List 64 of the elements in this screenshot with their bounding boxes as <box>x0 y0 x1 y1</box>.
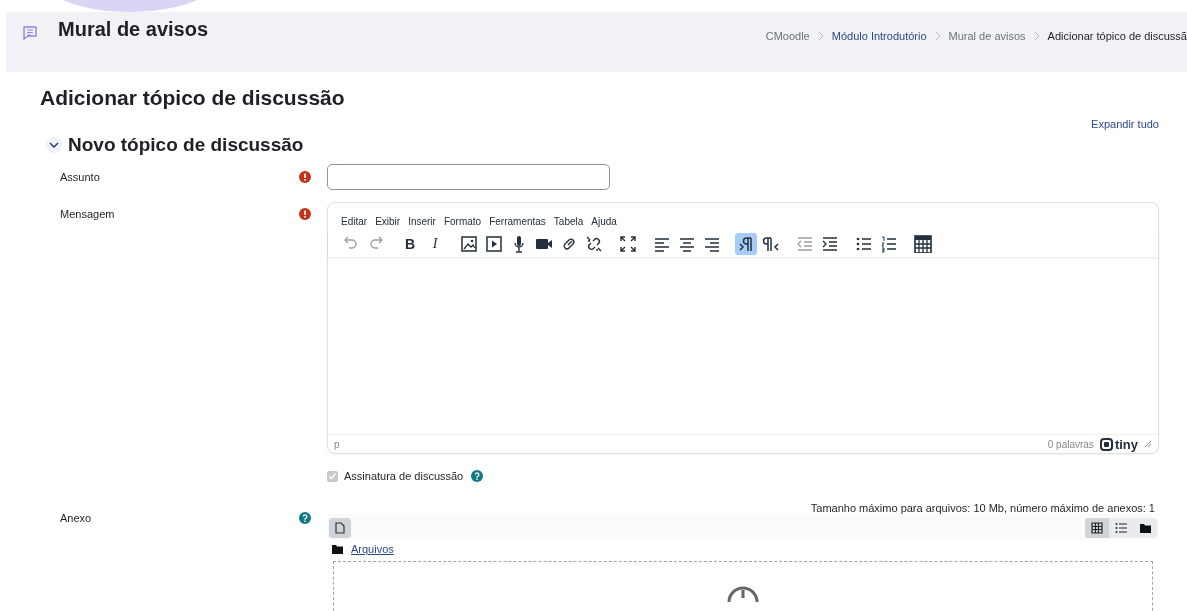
bulleted-list-icon <box>855 235 873 253</box>
chevron-icon <box>49 140 59 150</box>
add-file-button[interactable] <box>329 518 351 538</box>
grid-icon <box>1091 522 1103 534</box>
bold-button[interactable]: B <box>399 233 421 255</box>
collapse-toggle[interactable] <box>46 137 62 153</box>
view-toggle[interactable] <box>1109 518 1133 538</box>
breadcrumb-link[interactable]: Módulo Introdutório <box>831 30 927 42</box>
fullscreen-button[interactable] <box>617 233 639 255</box>
calculator-icon <box>914 235 932 253</box>
expand-all-link[interactable]: Expandir tudo <box>1091 118 1159 130</box>
help-icon[interactable] <box>471 470 484 482</box>
paragraph-ltr-icon <box>737 235 755 253</box>
align-center-icon <box>678 235 696 253</box>
paragraph-rtl-icon <box>762 235 780 253</box>
menu-item[interactable]: Inserir <box>405 214 439 229</box>
fullscreen-icon <box>619 235 637 253</box>
file-icon <box>335 522 345 534</box>
image-icon <box>460 235 478 253</box>
word-count: 0 palavras <box>1047 438 1094 450</box>
align-left-icon <box>653 235 671 253</box>
field-label: Mensagem <box>60 208 115 220</box>
menu-item[interactable]: Formato <box>440 214 485 229</box>
chevron-icon <box>817 31 824 41</box>
menu-item[interactable]: Tabela <box>550 214 587 229</box>
subject-field[interactable] <box>327 164 610 190</box>
play-button[interactable] <box>483 233 505 255</box>
brand-logo[interactable]: tiny <box>1099 436 1138 452</box>
align-right-icon <box>703 235 721 253</box>
folder-icon <box>331 543 343 555</box>
breadcrumb-link[interactable]: CMoodle <box>765 30 810 42</box>
field-label: Anexo <box>60 512 92 524</box>
checkbox-label: Assinatura de discussão <box>344 470 464 482</box>
image-button[interactable] <box>458 233 480 255</box>
menu-item[interactable]: Editar <box>338 214 371 229</box>
resize-handle-icon[interactable] <box>1144 440 1152 448</box>
list-icon <box>1115 522 1127 534</box>
chevron-icon <box>1033 31 1040 41</box>
page-heading: Adicionar tópico de discussão <box>40 86 346 110</box>
view-toggle[interactable] <box>1085 518 1109 538</box>
indent-icon <box>821 235 839 253</box>
field-label: Assunto <box>60 171 100 183</box>
folder-link[interactable]: Arquivos <box>351 543 394 555</box>
view-toggle[interactable] <box>1133 518 1157 538</box>
folder-icon <box>1139 522 1151 534</box>
help-icon[interactable] <box>299 512 311 524</box>
file-limits-text: Tamanho máximo para arquivos: 10 Mb, número máximo de anexos: 1 <box>809 501 1156 514</box>
breadcrumb-link[interactable]: Adicionar tópico de discussã <box>1047 30 1187 42</box>
breadcrumb-link[interactable]: Mural de avisos <box>948 30 1026 42</box>
numbered-list-icon <box>880 235 898 253</box>
menu-item[interactable]: Ferramentas <box>486 214 549 229</box>
page-title: Mural de avisos <box>58 18 209 41</box>
outdent-icon <box>796 235 814 253</box>
unlink-icon <box>585 235 603 253</box>
paragraph-ltr-button[interactable] <box>735 233 757 255</box>
italic-button[interactable]: I <box>424 233 446 255</box>
play-icon <box>485 235 503 253</box>
section-title: Novo tópico de discussão <box>68 134 304 156</box>
menu-item[interactable]: Ajuda <box>588 214 620 229</box>
calculator-button[interactable] <box>912 233 934 255</box>
chevron-icon <box>934 31 941 41</box>
forum-icon <box>22 24 38 41</box>
element-path: p <box>334 438 340 450</box>
menu-item[interactable]: Exibir <box>372 214 404 229</box>
